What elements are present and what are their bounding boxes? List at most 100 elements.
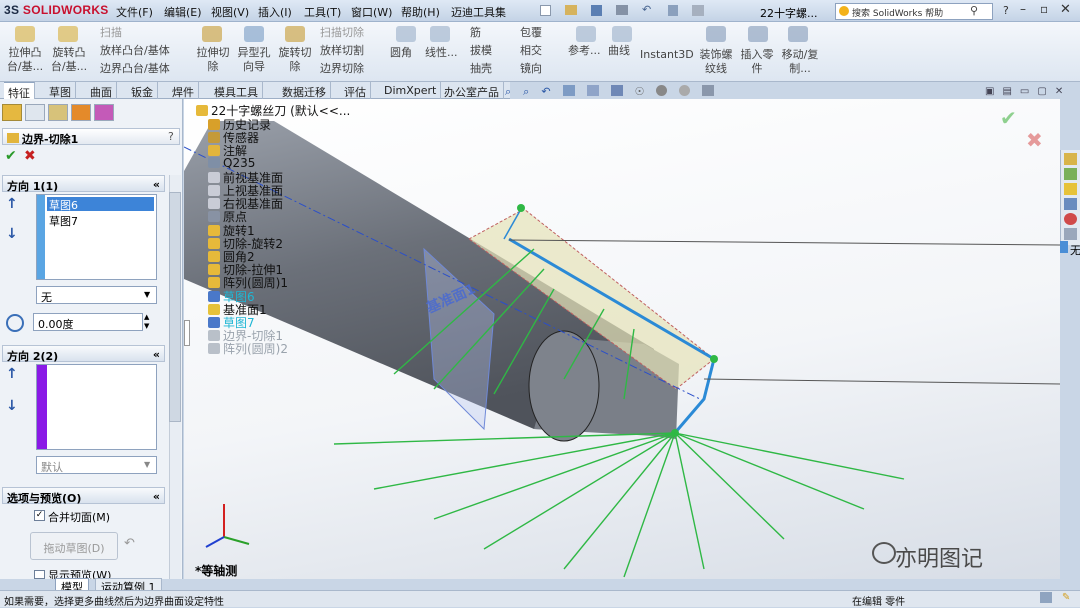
move-copy-button[interactable]: 移动/复制... <box>780 48 820 76</box>
panel-help-icon[interactable]: ? <box>168 130 174 143</box>
tab-sketch[interactable]: 草图 <box>45 82 76 99</box>
list-item[interactable]: 草图6 <box>47 197 154 212</box>
menu-help[interactable]: 帮助(H) <box>401 4 440 20</box>
ok-icon[interactable]: ✔ <box>5 148 17 164</box>
collapse-direction1-icon[interactable]: « <box>153 178 160 191</box>
revolve-boss-button[interactable]: 旋转凸台/基... <box>48 46 90 74</box>
direction1-curve-list[interactable]: 草图6 草图7 <box>36 194 157 280</box>
tab-data-migration[interactable]: 数据迁移 <box>278 82 331 99</box>
rebuild-status-icon[interactable] <box>1040 592 1052 603</box>
side-handle[interactable] <box>1060 241 1068 253</box>
previous-view-icon[interactable]: ↶ <box>541 85 550 99</box>
custom-properties-icon[interactable] <box>1064 228 1077 240</box>
undo-icon[interactable]: ↶ <box>642 4 654 15</box>
direction2-tangency-select[interactable]: 默认 <box>36 456 157 474</box>
wrap-button[interactable]: 包覆 <box>520 26 542 40</box>
solidworks-logo[interactable]: 3S SOLIDWORKS <box>4 3 109 17</box>
view-palette-icon[interactable] <box>1064 198 1077 210</box>
drag-sketch-button[interactable]: 拖动草图(D) <box>30 532 118 560</box>
close-icon[interactable]: ✕ <box>1060 2 1071 17</box>
loft-cut-button[interactable]: 放样切割 <box>320 44 364 58</box>
tab-surfaces[interactable]: 曲面 <box>86 82 117 99</box>
draft-button[interactable]: 拔模 <box>470 44 492 58</box>
move-up-icon-2[interactable]: ↑ <box>6 366 24 384</box>
tile-icon[interactable]: ▤ <box>1002 86 1011 97</box>
reverse-direction-icon[interactable] <box>6 314 24 332</box>
sketch-point-right[interactable] <box>710 355 718 363</box>
vp-restore-icon[interactable]: ▢ <box>1037 86 1046 97</box>
feature-manager-icon[interactable] <box>2 104 22 121</box>
view-orientation-icon[interactable] <box>586 85 599 96</box>
model-viewport[interactable] <box>184 99 1060 579</box>
extrude-boss-button[interactable]: 拉伸凸台/基... <box>5 46 45 74</box>
dimxpert-manager-icon[interactable] <box>71 104 91 121</box>
menu-edit[interactable]: 编辑(E) <box>164 4 202 20</box>
angle-input[interactable]: 0.00度 <box>33 313 143 331</box>
list-item[interactable]: 草图7 <box>47 213 78 229</box>
print-icon[interactable] <box>616 5 628 15</box>
tab-weldments[interactable]: 焊件 <box>168 82 199 99</box>
angle-spinner[interactable]: ▲ ▼ <box>144 313 149 331</box>
move-down-icon-2[interactable]: ↓ <box>6 398 24 416</box>
hole-wizard-button[interactable]: 异型孔向导 <box>234 46 274 74</box>
shell-button[interactable]: 抽壳 <box>470 62 492 76</box>
reference-geometry-button[interactable]: 参考... <box>568 44 601 58</box>
boundary-boss-button[interactable]: 边界凸台/基体 <box>100 62 170 76</box>
help-icon[interactable]: ? <box>1003 4 1009 17</box>
view-settings-icon[interactable] <box>702 85 715 96</box>
sketch-point-top[interactable] <box>517 204 525 212</box>
confirm-corner-ok-icon[interactable]: ✔ <box>1000 106 1017 130</box>
rebuild-icon[interactable] <box>692 5 704 16</box>
tree-item[interactable]: Q235 <box>208 156 255 170</box>
fillet-button[interactable]: 圆角 <box>390 46 412 60</box>
select-icon[interactable] <box>668 5 678 16</box>
tab-mold-tools[interactable]: 模具工具 <box>210 82 263 99</box>
menu-insert[interactable]: 插入(I) <box>258 4 292 20</box>
cancel-icon[interactable]: ✖ <box>24 148 36 164</box>
direction2-curve-list[interactable] <box>36 364 157 450</box>
cosmetic-thread-button[interactable]: 装饰螺纹线 <box>695 48 737 76</box>
boundary-cut-button[interactable]: 边界切除 <box>320 62 364 76</box>
tree-item[interactable]: 阵列(圆周)2 <box>208 340 288 357</box>
sweep-cut-button[interactable]: 扫描切除 <box>320 26 364 40</box>
tab-features[interactable]: 特征 <box>4 82 35 100</box>
revolve-cut-button[interactable]: 旋转切除 <box>276 46 314 74</box>
options-header[interactable]: 选项与预览(O) « <box>2 487 165 505</box>
vp-minimize-icon[interactable]: ▭ <box>1020 86 1029 97</box>
split-icon[interactable]: ▣ <box>985 86 994 97</box>
tab-sheet-metal[interactable]: 钣金 <box>127 82 158 99</box>
appearances-icon[interactable] <box>1064 213 1077 225</box>
restore-icon[interactable]: ▫ <box>1040 2 1048 16</box>
menu-window[interactable]: 窗口(W) <box>351 4 392 20</box>
direction1-header[interactable]: 方向 1(1) « <box>2 175 165 193</box>
search-go-icon[interactable]: ⚲ <box>970 4 978 17</box>
merge-checkbox[interactable]: ✓ <box>34 510 45 521</box>
sweep-button[interactable]: 扫描 <box>100 26 122 40</box>
instant3d-button[interactable]: Instant3D <box>640 48 694 62</box>
section-view-icon[interactable] <box>562 85 575 96</box>
new-icon[interactable] <box>540 5 551 16</box>
appearance-icon[interactable] <box>656 85 668 96</box>
rib-button[interactable]: 筋 <box>470 26 481 40</box>
curves-button[interactable]: 曲线 <box>608 44 630 58</box>
menu-file[interactable]: 文件(F) <box>116 4 153 20</box>
panel-scroll-thumb[interactable] <box>169 192 181 422</box>
pin-icon[interactable]: ✎ <box>1062 592 1070 603</box>
scene-icon[interactable] <box>679 85 691 96</box>
menu-view[interactable]: 视图(V) <box>211 4 249 20</box>
property-manager-icon[interactable] <box>25 104 45 121</box>
tab-office-products[interactable]: 办公室产品 <box>440 82 504 99</box>
tab-dimxpert[interactable]: DimXpert <box>380 82 442 99</box>
confirm-corner-cancel-icon[interactable]: ✖ <box>1026 128 1043 152</box>
zoom-fit-icon[interactable]: ⌕ <box>505 85 511 99</box>
file-explorer-icon[interactable] <box>1064 183 1077 195</box>
vp-close-icon[interactable]: ✕ <box>1055 86 1063 97</box>
tab-evaluate[interactable]: 评估 <box>340 82 371 99</box>
configuration-manager-icon[interactable] <box>48 104 68 121</box>
save-icon[interactable] <box>591 5 602 16</box>
undo-drag-icon[interactable]: ↶ <box>124 536 135 551</box>
tangency-select[interactable]: 无 <box>36 286 157 304</box>
resources-icon[interactable] <box>1064 153 1077 165</box>
minimize-icon[interactable]: – <box>1020 2 1026 16</box>
zoom-area-icon[interactable]: ⌕ <box>523 85 529 99</box>
